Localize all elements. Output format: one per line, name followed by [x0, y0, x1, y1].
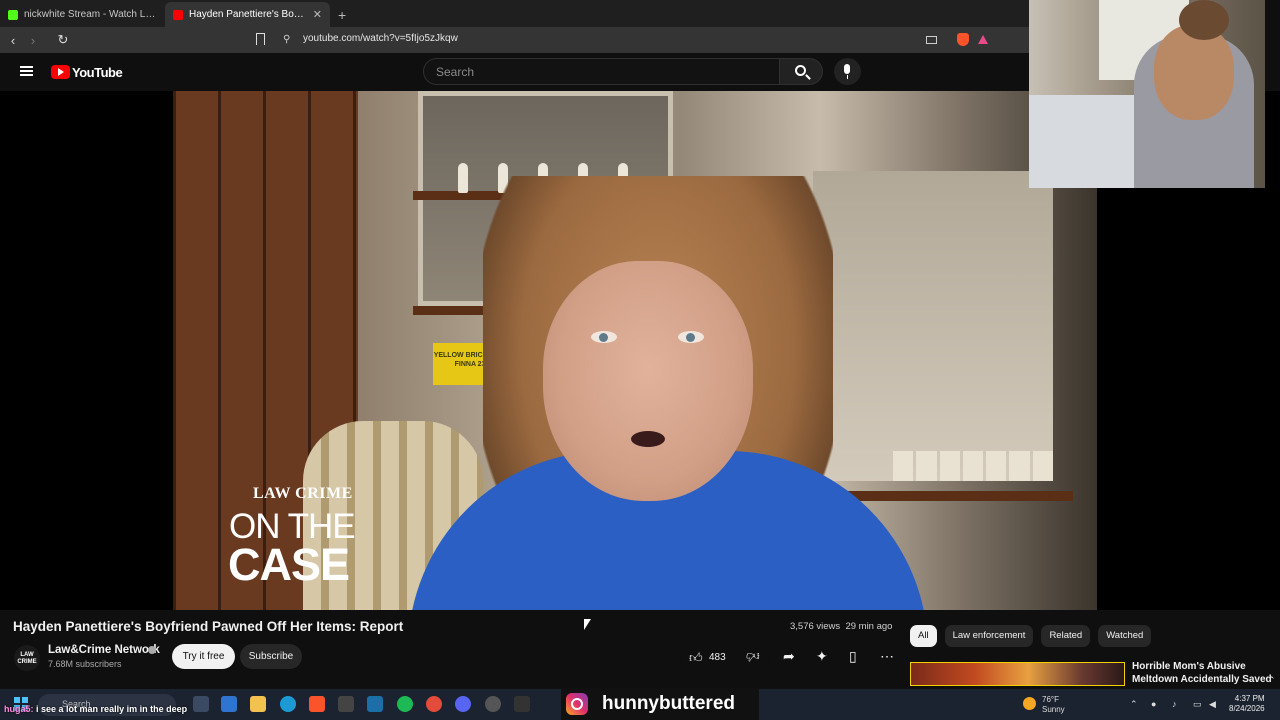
recommendation-filter-chips: All Law enforcement Related Watched — [910, 625, 1152, 647]
candle-jars — [893, 441, 1053, 481]
speaker-face — [543, 261, 753, 501]
spotify-icon[interactable] — [397, 696, 413, 712]
thumbs-down-icon[interactable]: 👍︎ — [746, 648, 760, 664]
volume-icon[interactable]: ◀ — [1209, 699, 1216, 710]
instagram-overlay: hunnybuttered — [561, 688, 759, 720]
webcam-hair — [1179, 0, 1229, 40]
video-title: Hayden Panettiere's Boyfriend Pawned Off… — [13, 619, 404, 634]
tab-youtube-video[interactable]: Hayden Panettiere's Boyfriend ✕ — [165, 2, 330, 27]
kick-favicon-icon — [8, 9, 18, 20]
display-icon[interactable]: ▭ — [1193, 699, 1202, 710]
recommended-more-icon[interactable]: ⌃ — [1268, 675, 1276, 686]
site-info-icon[interactable]: ⚲ — [283, 34, 290, 45]
webcam-head — [1154, 25, 1234, 120]
chat-username: huga5: — [4, 704, 34, 714]
tab-title: Hayden Panettiere's Boyfriend — [189, 9, 307, 20]
system-clock[interactable]: 4:37 PM 8/24/2026 — [1229, 694, 1265, 714]
subscribe-button[interactable]: Subscribe — [240, 644, 302, 669]
upload-age: 29 min ago — [845, 621, 893, 632]
recommended-video-thumbnail[interactable] — [910, 662, 1125, 686]
weather-widget[interactable]: 76°F Sunny — [1042, 695, 1065, 715]
clock-date: 8/24/2026 — [1229, 704, 1265, 713]
chip-all[interactable]: All — [910, 625, 937, 647]
address-bar: ‹ › ↻ ⚲ youtube.com/watch?v=5fIjo5zJkqw — [0, 27, 1030, 53]
chip-related[interactable]: Related — [1041, 625, 1091, 647]
tab-title: nickwhite Stream - Watch Live on — [24, 9, 157, 20]
forward-icon[interactable]: › — [23, 33, 43, 48]
view-count: 3,576 views — [790, 621, 841, 632]
tray-chevron-icon[interactable]: ⌃ — [1130, 699, 1138, 710]
edge-icon[interactable] — [280, 696, 296, 712]
chat-message: i see a lot man really im in the deep — [36, 704, 188, 714]
youtube-brand[interactable]: YouTube — [72, 65, 123, 80]
url-field[interactable]: youtube.com/watch?v=5fIjo5zJkqw — [303, 33, 458, 44]
webcam-bed — [1029, 95, 1139, 188]
close-tab-icon[interactable]: ✕ — [313, 8, 322, 21]
steam-icon[interactable] — [367, 696, 383, 712]
clock-time: 4:37 PM — [1234, 694, 1265, 703]
search-input[interactable] — [424, 59, 779, 84]
tab-kick-stream[interactable]: nickwhite Stream - Watch Live on — [0, 2, 165, 27]
discord-icon[interactable] — [455, 696, 471, 712]
brave-shield-icon[interactable] — [957, 33, 969, 46]
channel-name[interactable]: Law&Crime Network — [48, 644, 160, 656]
thumbs-up-icon: 👍︎ — [689, 650, 703, 665]
try-it-free-button[interactable]: Try it free — [172, 644, 235, 669]
youtube-favicon-icon — [173, 9, 183, 20]
recommended-video-title[interactable]: Horrible Mom's Abusive Meltdown Accident… — [1132, 660, 1272, 686]
share-icon[interactable]: ➦ — [783, 648, 795, 665]
voice-search-icon[interactable] — [834, 58, 861, 85]
settings-icon[interactable] — [485, 696, 501, 712]
chat-overlay: huga5: i see a lot man really im in the … — [4, 704, 187, 714]
file-explorer-icon[interactable] — [250, 696, 266, 712]
chip-watched[interactable]: Watched — [1098, 625, 1152, 647]
mouse-cursor-icon — [584, 619, 591, 630]
weather-sun-icon[interactable] — [1023, 697, 1036, 710]
left-eye — [591, 331, 617, 343]
cast-icon[interactable] — [926, 36, 937, 44]
chip-law-enforcement[interactable]: Law enforcement — [944, 625, 1034, 647]
new-tab-button[interactable]: + — [330, 7, 354, 27]
menu-icon[interactable] — [20, 66, 33, 76]
video-player[interactable]: YELLOW BRICK ROAD FINNA 239 LAW CRIME ON… — [173, 91, 1097, 610]
mouth — [631, 431, 665, 447]
right-shelf — [813, 171, 1073, 501]
youtube-header: YouTube — [0, 53, 1030, 91]
right-eye — [678, 331, 704, 343]
bookmark-icon[interactable] — [256, 33, 265, 45]
app-icon[interactable] — [514, 696, 530, 712]
weather-temp: 76°F — [1042, 695, 1059, 704]
search-box — [423, 58, 780, 85]
like-count: 483 — [709, 652, 726, 663]
chrome-icon[interactable] — [426, 696, 442, 712]
search-button[interactable] — [780, 58, 823, 85]
browser-tab-bar: nickwhite Stream - Watch Live on Hayden … — [0, 0, 1030, 27]
brave-rewards-icon[interactable] — [978, 35, 988, 44]
brave-icon[interactable] — [309, 696, 325, 712]
weather-desc: Sunny — [1042, 705, 1065, 714]
capcut-icon[interactable] — [338, 696, 354, 712]
reload-icon[interactable]: ↻ — [53, 32, 73, 48]
instagram-icon — [566, 693, 588, 715]
store-icon[interactable] — [221, 696, 237, 712]
instagram-handle: hunnybuttered — [602, 693, 735, 714]
task-view-icon[interactable] — [193, 696, 209, 712]
video-meta: 3,576 views 29 min ago — [790, 621, 892, 632]
screen: nickwhite Stream - Watch Live on Hayden … — [0, 0, 1280, 720]
more-actions-icon[interactable]: ⋯ — [880, 648, 894, 665]
channel-avatar[interactable]: LAW CRIME — [14, 645, 40, 671]
subscriber-count: 7.68M subscribers — [48, 659, 122, 669]
save-icon[interactable]: ▯ — [849, 648, 857, 665]
ask-sparkle-icon[interactable]: ✦ — [816, 648, 828, 665]
verified-icon — [148, 646, 156, 654]
show-logo-top: LAW CRIME — [253, 485, 353, 502]
show-logo-bottom: CASE — [228, 539, 350, 590]
streamer-webcam — [1029, 0, 1265, 188]
microphone-icon[interactable]: ♪ — [1172, 699, 1177, 709]
youtube-logo-icon[interactable] — [51, 65, 70, 79]
back-icon[interactable]: ‹ — [3, 33, 23, 48]
tray-app-icon[interactable]: ● — [1151, 699, 1156, 709]
search-icon — [795, 65, 806, 76]
